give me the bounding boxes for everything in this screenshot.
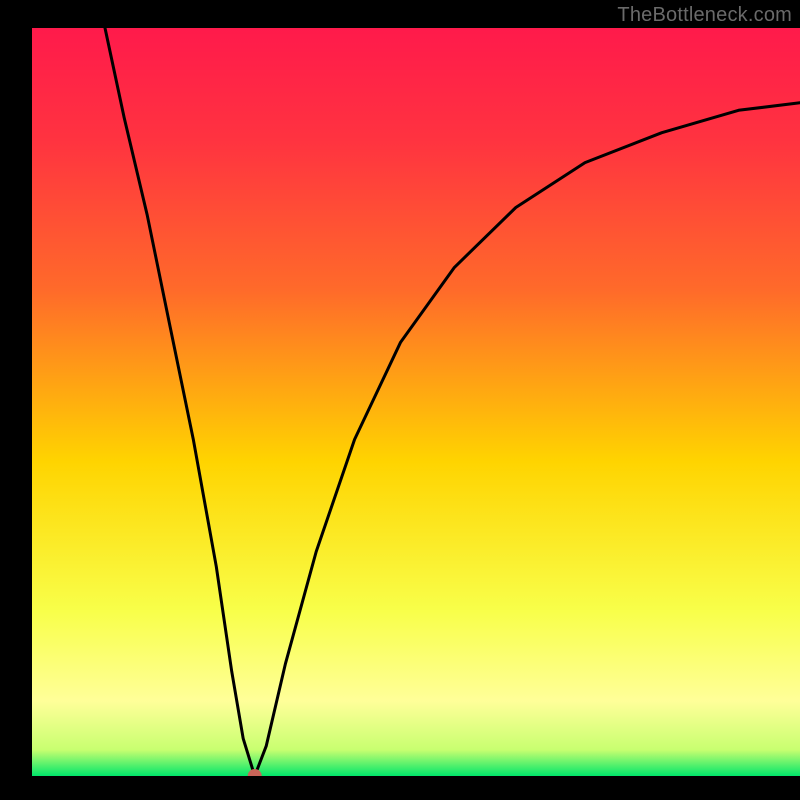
- chart-container: TheBottleneck.com: [0, 0, 800, 800]
- chart-svg: [0, 0, 800, 800]
- chart-background-gradient: [32, 28, 800, 776]
- chart-frame-left: [0, 0, 32, 800]
- watermark-text: TheBottleneck.com: [617, 4, 792, 27]
- chart-frame-bottom: [0, 776, 800, 800]
